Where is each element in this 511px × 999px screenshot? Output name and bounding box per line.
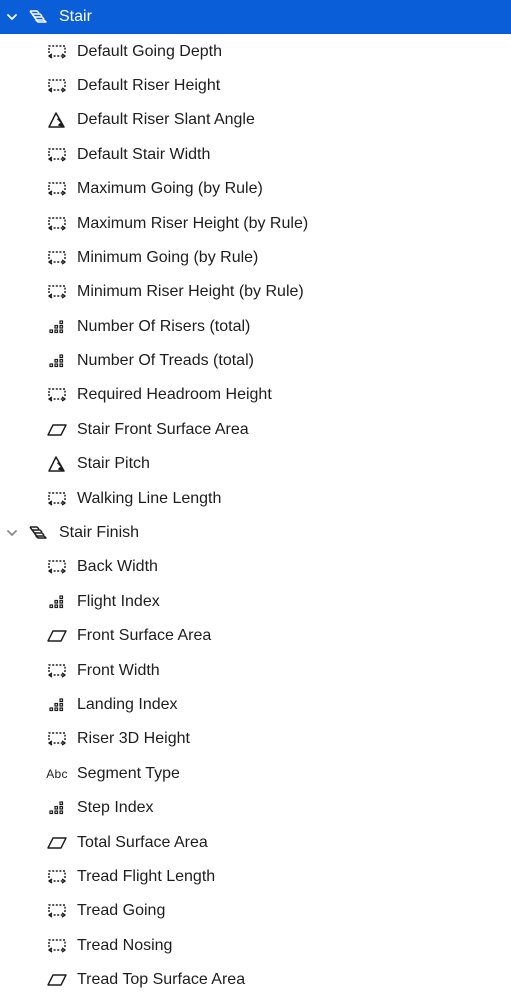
item-label: Maximum Going (by Rule)	[77, 180, 263, 198]
list-item[interactable]: Front Width	[0, 653, 511, 687]
item-label: Stair Front Surface Area	[77, 420, 249, 438]
count-icon	[46, 318, 68, 336]
item-label: Default Riser Height	[77, 76, 221, 94]
angle-icon	[46, 455, 68, 473]
count-icon	[46, 696, 68, 714]
item-label: Back Width	[77, 558, 158, 576]
dimension-icon	[46, 730, 68, 748]
item-label: Tread Flight Length	[77, 867, 216, 885]
dimension-icon	[46, 662, 68, 680]
chevron-down-icon[interactable]	[5, 526, 19, 540]
item-label: Segment Type	[77, 764, 180, 782]
list-item[interactable]: Stair Pitch	[0, 447, 511, 481]
item-label: Landing Index	[77, 696, 178, 713]
item-label: Tread Top Surface Area	[77, 971, 246, 989]
list-item[interactable]: Back Width	[0, 550, 511, 584]
list-item[interactable]: Step Index	[0, 791, 511, 825]
dimension-icon	[46, 77, 68, 95]
dimension-icon	[46, 558, 68, 576]
item-label: Minimum Riser Height (by Rule)	[77, 283, 304, 301]
count-icon	[46, 352, 68, 370]
property-tree: Stair Default Going Depth Default Riser He…	[0, 0, 511, 997]
dimension-icon	[46, 180, 68, 198]
list-item[interactable]: Riser 3D Height	[0, 722, 511, 756]
item-label: Step Index	[77, 799, 154, 817]
chevron-down-icon[interactable]	[5, 10, 19, 24]
area-icon	[46, 971, 68, 989]
dimension-icon	[46, 490, 68, 508]
list-item[interactable]: Number Of Risers (total)	[0, 310, 511, 344]
dimension-icon	[46, 868, 68, 886]
item-label: Stair Pitch	[77, 455, 150, 473]
list-item[interactable]: Default Stair Width	[0, 138, 511, 172]
list-item[interactable]: Flight Index	[0, 585, 511, 619]
dimension-icon	[46, 386, 68, 404]
dimension-icon	[46, 283, 68, 301]
list-item[interactable]: Abc Segment Type	[0, 757, 511, 791]
group-row-stair[interactable]: Stair	[0, 0, 511, 35]
item-label: Total Surface Area	[77, 833, 208, 851]
area-icon	[46, 627, 68, 645]
list-item[interactable]: Minimum Going (by Rule)	[0, 241, 511, 275]
item-label: Default Stair Width	[77, 145, 211, 163]
angle-icon	[46, 111, 68, 129]
item-label: Tread Going	[77, 902, 166, 920]
group-label: Stair	[59, 8, 92, 26]
item-label: Maximum Riser Height (by Rule)	[77, 214, 309, 232]
list-item[interactable]: Tread Top Surface Area	[0, 963, 511, 997]
list-item[interactable]: Number Of Treads (total)	[0, 344, 511, 378]
list-item[interactable]: Front Surface Area	[0, 619, 511, 653]
item-label: Front Width	[77, 661, 160, 679]
stair-icon	[28, 524, 50, 542]
list-item[interactable]: Default Going Depth	[0, 34, 511, 68]
list-item[interactable]: Landing Index	[0, 688, 511, 722]
item-label: Required Headroom Height	[77, 386, 272, 404]
group-label: Stair Finish	[59, 524, 140, 542]
list-item[interactable]: Maximum Going (by Rule)	[0, 172, 511, 206]
area-icon	[46, 421, 68, 439]
item-label: Front Surface Area	[77, 627, 212, 645]
group-row-stair-finish[interactable]: Stair Finish	[0, 516, 511, 550]
dimension-icon	[46, 937, 68, 955]
item-label: Number Of Treads (total)	[77, 352, 254, 370]
dimension-icon	[46, 146, 68, 164]
text-icon: Abc	[46, 766, 68, 781]
list-item[interactable]: Walking Line Length	[0, 481, 511, 515]
item-label: Tread Nosing	[77, 936, 173, 954]
list-item[interactable]: Total Surface Area	[0, 825, 511, 859]
item-label: Flight Index	[77, 592, 160, 610]
item-label: Walking Line Length	[77, 489, 222, 507]
list-item[interactable]: Tread Nosing	[0, 929, 511, 963]
dimension-icon	[46, 215, 68, 233]
item-label: Number Of Risers (total)	[77, 317, 251, 335]
list-item[interactable]: Default Riser Slant Angle	[0, 103, 511, 137]
dimension-icon	[46, 43, 68, 61]
list-item[interactable]: Tread Going	[0, 894, 511, 928]
item-label: Default Riser Slant Angle	[77, 111, 255, 129]
count-icon	[46, 799, 68, 817]
item-label: Default Going Depth	[77, 42, 222, 60]
list-item[interactable]: Required Headroom Height	[0, 378, 511, 412]
list-item[interactable]: Stair Front Surface Area	[0, 413, 511, 447]
item-label: Minimum Going (by Rule)	[77, 248, 259, 266]
stair-icon	[28, 8, 50, 26]
area-icon	[46, 834, 68, 852]
dimension-icon	[46, 902, 68, 920]
list-item[interactable]: Default Riser Height	[0, 69, 511, 103]
count-icon	[46, 593, 68, 611]
list-item[interactable]: Maximum Riser Height (by Rule)	[0, 206, 511, 240]
list-item[interactable]: Tread Flight Length	[0, 860, 511, 894]
list-item[interactable]: Minimum Riser Height (by Rule)	[0, 275, 511, 309]
item-label: Riser 3D Height	[77, 730, 190, 748]
dimension-icon	[46, 249, 68, 267]
